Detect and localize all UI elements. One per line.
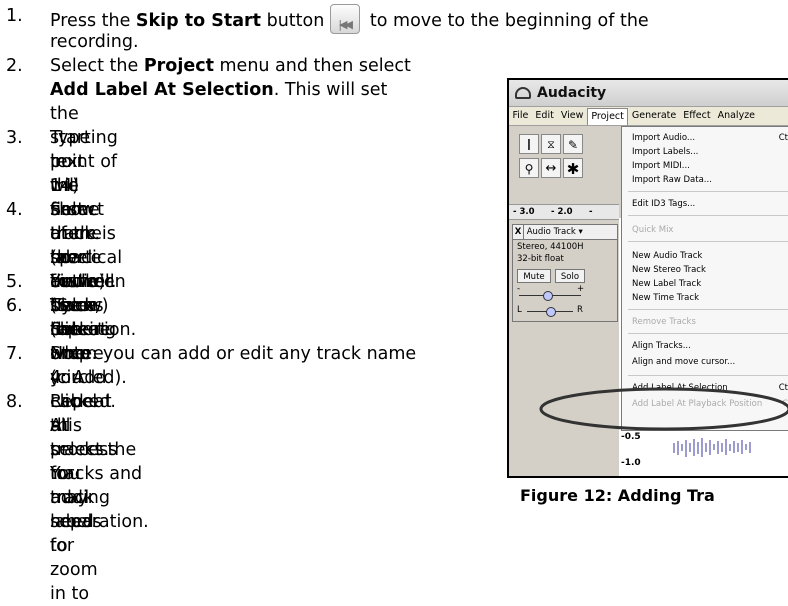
chevron-down-icon[interactable]: ▾ — [579, 227, 583, 237]
menu-view[interactable]: View — [557, 107, 587, 125]
menu-shortcut: Ct — [778, 383, 788, 393]
menu-item-align-move-cursor[interactable]: Align and move cursor... — [632, 357, 735, 367]
mute-button[interactable]: Mute — [517, 269, 551, 283]
ruler-tick: - 2.0 — [551, 207, 573, 217]
menu-item-new-label-track[interactable]: New Label Track — [632, 279, 701, 289]
menu-separator — [628, 309, 788, 310]
menu-edit[interactable]: Edit — [532, 107, 557, 125]
zoom-tool-icon[interactable]: ⚲ — [519, 158, 539, 178]
pan-left-label: L — [517, 305, 522, 315]
pan-right-label: R — [577, 305, 583, 315]
menu-item-new-time-track[interactable]: New Time Track — [632, 293, 699, 303]
step-text: select the tracks and track separation. — [50, 440, 149, 532]
step-text: recording. — [50, 32, 139, 52]
step-text-part: menu and then select — [213, 56, 411, 76]
step-bold: Project — [143, 56, 214, 76]
menu-separator — [628, 215, 788, 216]
figure-caption: Figure 12: Adding Tra — [520, 486, 715, 505]
track-name-bar[interactable]: X Audio Track ▾ — [513, 225, 617, 240]
window-titlebar: Audacity — [509, 80, 788, 107]
menu-item-quick-mix: Quick Mix — [632, 225, 674, 235]
menu-separator — [628, 191, 788, 192]
window-title: Audacity — [537, 85, 607, 101]
menu-shortcut: C — [782, 399, 788, 409]
gain-minus-label: - — [517, 284, 521, 294]
menu-item-import-labels[interactable]: Import Labels... — [632, 147, 698, 157]
menu-item-edit-id3[interactable]: Edit ID3 Tags... — [632, 199, 695, 209]
step-text-part: to move to the beginning of the — [364, 11, 649, 31]
menu-effect[interactable]: Effect — [680, 107, 714, 125]
close-icon[interactable]: X — [513, 225, 524, 239]
audacity-screenshot: Audacity File Edit View Project Generate… — [507, 78, 788, 478]
menu-item-import-raw[interactable]: Import Raw Data... — [632, 175, 712, 185]
headphones-icon — [515, 87, 531, 99]
menubar: File Edit View Project Generate Effect A… — [509, 107, 788, 126]
menu-separator — [628, 375, 788, 376]
step-number: 3. — [6, 128, 23, 148]
pan-slider-knob[interactable] — [546, 307, 556, 317]
step-number: 4. — [6, 200, 23, 220]
draw-tool-icon[interactable]: ✎ — [563, 134, 583, 154]
menu-generate[interactable]: Generate — [628, 107, 679, 125]
menu-shortcut: Ct — [778, 133, 788, 143]
track-name[interactable]: Audio Track — [527, 227, 576, 237]
timeline-ruler: - 3.0 - 2.0 - — [509, 204, 619, 220]
step-text: Note: you can add or edit any track name — [50, 344, 417, 364]
menu-file[interactable]: File — [509, 107, 532, 125]
step-text: Add Label At Selection. This will set — [50, 78, 387, 102]
toolbar: I ⧖ ✎ ⚲ ↔ ✱ — [509, 126, 619, 206]
step-number: 1. — [6, 6, 23, 26]
step-text: (circled). — [50, 368, 127, 388]
amplitude-scale-label: -1.0 — [621, 458, 641, 468]
step-text-part: . This will set — [273, 80, 388, 100]
track-info-format: 32-bit float — [517, 254, 564, 264]
step-bold: Skip to Start — [135, 11, 262, 31]
step-bold: Add Label At Selection — [50, 80, 274, 100]
project-menu: Import Audio... Ct Import Labels... Impo… — [621, 126, 788, 431]
amplitude-scale-label: -0.5 — [621, 432, 641, 442]
ruler-tick: - 3.0 — [513, 207, 535, 217]
solo-button[interactable]: Solo — [555, 269, 585, 283]
step-number: 8. — [6, 392, 23, 412]
menu-item-add-label-at-playback: Add Label At Playback Position — [632, 399, 763, 409]
menu-item-import-audio[interactable]: Import Audio... — [632, 133, 695, 143]
gain-plus-label: + — [577, 284, 585, 294]
menu-item-remove-tracks: Remove Tracks — [632, 317, 696, 327]
menu-item-import-midi[interactable]: Import MIDI... — [632, 161, 690, 171]
step-number: 7. — [6, 344, 23, 364]
menu-item-align-tracks[interactable]: Align Tracks... — [632, 341, 691, 351]
menu-item-new-audio-track[interactable]: New Audio Track — [632, 251, 702, 261]
menu-analyze[interactable]: Analyze — [714, 107, 758, 125]
skip-to-start-icon: |◀◀ — [330, 4, 361, 34]
menu-item-new-stereo-track[interactable]: New Stereo Track — [632, 265, 706, 275]
track-info-rate: Stereo, 44100H — [517, 242, 584, 252]
waveform — [673, 438, 751, 457]
step-number: 2. — [6, 56, 23, 76]
menu-project[interactable]: Project — [586, 107, 629, 125]
menu-item-label: Import Audio... — [632, 133, 696, 143]
step-text-part: Press the — [50, 11, 136, 31]
step-text: Select the Project menu and then select — [50, 54, 411, 78]
menu-separator — [628, 333, 788, 334]
menu-separator — [628, 241, 788, 242]
step-text: 14) — [50, 176, 80, 196]
track-control-panel: X Audio Track ▾ Stereo, 44100H 32-bit fl… — [512, 224, 618, 322]
gain-slider-knob[interactable] — [543, 291, 553, 301]
multi-tool-icon[interactable]: ✱ — [563, 158, 583, 178]
skip-glyph: |◀◀ — [338, 18, 353, 31]
selection-tool-icon[interactable]: I — [519, 134, 539, 154]
menu-item-add-label-at-selection[interactable]: Add Label At Selection — [632, 383, 728, 393]
step-text: Selection. — [50, 320, 137, 340]
step-number: 5. — [6, 272, 23, 292]
envelope-tool-icon[interactable]: ⧖ — [541, 134, 561, 154]
timeshift-tool-icon[interactable]: ↔ — [541, 158, 561, 178]
step-number: 6. — [6, 296, 23, 316]
ruler-tick: - — [589, 207, 593, 217]
step-text: Press the Skip to Start button |◀◀ to mov… — [50, 4, 649, 34]
step-text-part: button — [261, 11, 325, 31]
step-text-part: Select the — [50, 56, 144, 76]
